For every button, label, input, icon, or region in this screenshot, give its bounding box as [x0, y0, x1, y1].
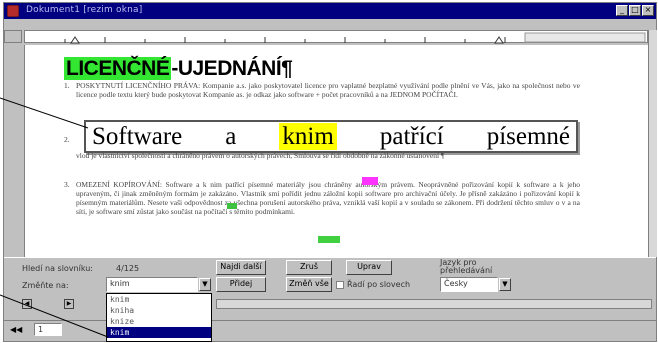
callout-line-top	[0, 97, 89, 129]
callout-lines	[0, 97, 109, 338]
callout-line-bottom	[0, 294, 109, 338]
